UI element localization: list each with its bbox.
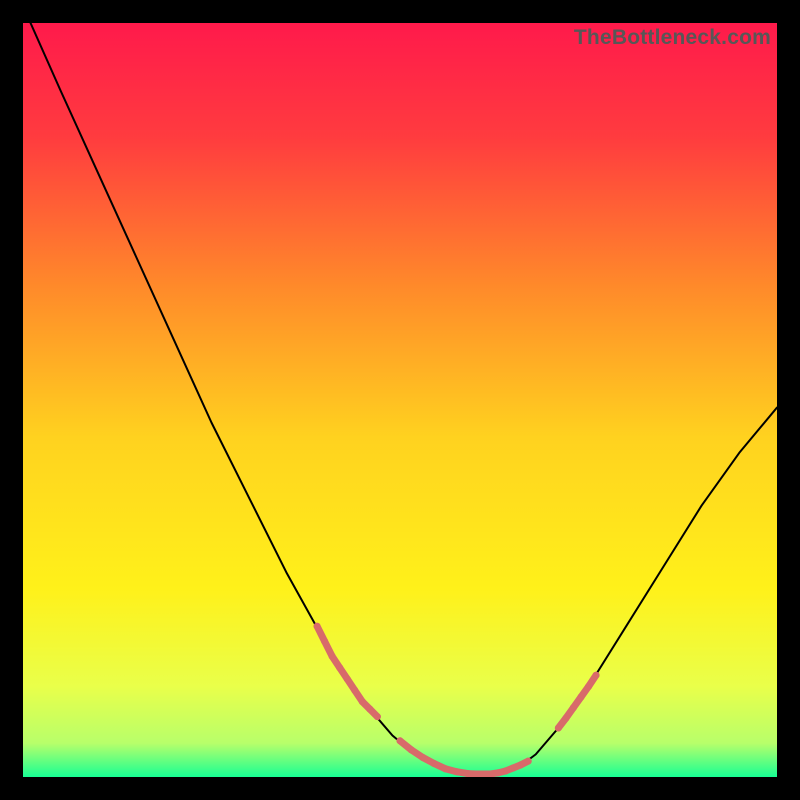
chart-frame: TheBottleneck.com bbox=[23, 23, 777, 777]
highlight-bottom-seg bbox=[521, 761, 529, 765]
gradient-background bbox=[23, 23, 777, 777]
chart-canvas bbox=[23, 23, 777, 777]
watermark-text: TheBottleneck.com bbox=[574, 26, 771, 50]
